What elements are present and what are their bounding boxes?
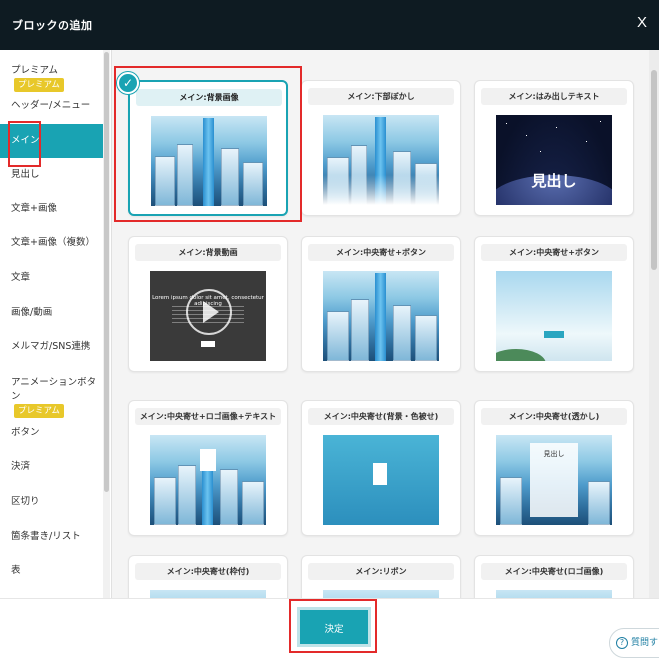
block-card-main-center-button[interactable]: メイン:中央寄せ+ボタン bbox=[301, 236, 461, 372]
sidebar-item-label: 区切り bbox=[11, 496, 40, 507]
sidebar-item-label: ボタン bbox=[11, 427, 40, 438]
sidebar-item-label: プレミアム bbox=[11, 65, 58, 76]
sidebar-item-divider[interactable]: 区切り bbox=[0, 495, 104, 509]
block-thumbnail bbox=[323, 271, 439, 361]
grid-scrollbar[interactable] bbox=[649, 50, 659, 598]
block-thumbnail bbox=[150, 590, 266, 598]
block-card-main-center-color-overlay[interactable]: メイン:中央寄せ(背景・色被せ) bbox=[301, 400, 461, 536]
premium-badge: プレミアム bbox=[14, 78, 64, 92]
block-grid: メイン:背景画像 メイン:下部ぼかし メイン:はみ出しテキスト 見出し メイン:… bbox=[112, 50, 659, 598]
block-card-main-center-button-sky[interactable]: メイン:中央寄せ+ボタン bbox=[474, 236, 634, 372]
block-card-main-overflow-text[interactable]: メイン:はみ出しテキスト 見出し bbox=[474, 80, 634, 216]
block-card-main-center-logo-image[interactable]: メイン:中央寄せ(ロゴ画像) bbox=[474, 555, 634, 598]
add-block-modal: ブロックの追加 X プレミアムプレミアム ヘッダー/メニュー メイン 見出し 文… bbox=[0, 0, 659, 659]
sidebar-item-text-image[interactable]: 文章+画像 bbox=[0, 202, 104, 216]
block-card-label: メイン:中央寄せ+ロゴ画像+テキスト bbox=[135, 408, 281, 425]
modal-footer: 決定 bbox=[0, 598, 659, 659]
block-thumbnail: 見出し bbox=[496, 435, 612, 525]
sidebar-item-label: アニメーションボタン bbox=[11, 377, 97, 402]
sidebar-item-list[interactable]: 箇条書き/リスト bbox=[0, 530, 104, 544]
block-card-label: メイン:中央寄せ(枠付) bbox=[135, 563, 281, 580]
category-sidebar: プレミアムプレミアム ヘッダー/メニュー メイン 見出し 文章+画像 文章+画像… bbox=[0, 50, 112, 598]
selected-check-icon: ✓ bbox=[117, 72, 139, 94]
sidebar-item-heading[interactable]: 見出し bbox=[0, 168, 104, 182]
block-card-label: メイン:中央寄せ+ボタン bbox=[481, 244, 627, 261]
block-card-label: メイン:リボン bbox=[308, 563, 454, 580]
sidebar-item-image-video[interactable]: 画像/動画 bbox=[0, 306, 104, 320]
sidebar-item-label: 文章 bbox=[11, 272, 31, 283]
block-card-main-center-logo-text[interactable]: メイン:中央寄せ+ロゴ画像+テキスト bbox=[128, 400, 288, 536]
help-label: 質問する bbox=[631, 638, 659, 648]
block-card-main-bg-video[interactable]: メイン:背景動画 Lorem ipsum dolor sit amet, con… bbox=[128, 236, 288, 372]
help-button[interactable]: ?質問する bbox=[609, 628, 659, 658]
sidebar-item-label: 見出し bbox=[11, 169, 40, 180]
sidebar-scrollbar-thumb[interactable] bbox=[104, 52, 109, 492]
block-card-label: メイン:中央寄せ+ボタン bbox=[308, 244, 454, 261]
block-thumbnail bbox=[496, 590, 612, 598]
block-card-main-center-framed[interactable]: メイン:中央寄せ(枠付) bbox=[128, 555, 288, 598]
block-card-label: メイン:背景画像 bbox=[136, 89, 282, 106]
grid-scrollbar-thumb[interactable] bbox=[651, 70, 657, 270]
sidebar-item-payment[interactable]: 決済 bbox=[0, 460, 104, 474]
sidebar-item-label: ヘッダー/メニュー bbox=[11, 100, 91, 111]
block-thumbnail: Lorem ipsum dolor sit amet, consectetur … bbox=[150, 271, 266, 361]
close-icon[interactable]: X bbox=[637, 14, 647, 31]
sidebar-item-label: 表 bbox=[11, 565, 21, 576]
block-card-label: メイン:中央寄せ(透かし) bbox=[481, 408, 627, 425]
sidebar-item-text-image-multi[interactable]: 文章+画像（複数） bbox=[0, 236, 104, 250]
thumbnail-heading-text: 見出し bbox=[531, 172, 577, 190]
block-thumbnail: 見出し bbox=[496, 115, 612, 205]
block-card-label: メイン:はみ出しテキスト bbox=[481, 88, 627, 105]
block-thumbnail bbox=[150, 435, 266, 525]
sidebar-item-label: 箇条書き/リスト bbox=[11, 531, 81, 542]
block-thumbnail bbox=[323, 435, 439, 525]
confirm-button[interactable]: 決定 bbox=[297, 607, 371, 647]
sidebar-item-animation-button[interactable]: アニメーションボタンプレミアム bbox=[0, 376, 104, 418]
block-thumbnail bbox=[323, 115, 439, 205]
sidebar-item-label: 画像/動画 bbox=[11, 307, 53, 318]
sidebar-item-label: メイン bbox=[11, 135, 40, 146]
block-thumbnail bbox=[323, 590, 439, 598]
play-icon bbox=[203, 301, 219, 323]
sidebar-item-label: メルマガ/SNS連携 bbox=[11, 341, 91, 352]
sidebar-item-label: 文章+画像（複数） bbox=[11, 237, 95, 248]
sidebar-item-newsletter-sns[interactable]: メルマガ/SNS連携 bbox=[0, 340, 104, 354]
sidebar-item-button[interactable]: ボタン bbox=[0, 426, 104, 440]
question-icon: ? bbox=[616, 637, 628, 649]
block-card-label: メイン:下部ぼかし bbox=[308, 88, 454, 105]
sidebar-item-table[interactable]: 表 bbox=[0, 564, 104, 578]
thumbnail-heading-text: 見出し bbox=[543, 450, 565, 458]
block-card-main-bottom-blur[interactable]: メイン:下部ぼかし bbox=[301, 80, 461, 216]
sidebar-item-main[interactable]: メイン bbox=[0, 124, 104, 158]
modal-titlebar: ブロックの追加 X bbox=[0, 0, 659, 50]
modal-title: ブロックの追加 bbox=[12, 19, 93, 32]
block-card-label: メイン:中央寄せ(背景・色被せ) bbox=[308, 408, 454, 425]
block-thumbnail bbox=[151, 116, 267, 206]
block-card-main-bg-image[interactable]: メイン:背景画像 bbox=[128, 80, 288, 216]
block-card-main-center-watermark[interactable]: メイン:中央寄せ(透かし) 見出し bbox=[474, 400, 634, 536]
sidebar-scrollbar[interactable] bbox=[103, 50, 110, 598]
block-card-label: メイン:背景動画 bbox=[135, 244, 281, 261]
sidebar-item-label: 決済 bbox=[11, 461, 31, 472]
sidebar-item-header-menu[interactable]: ヘッダー/メニュー bbox=[0, 99, 104, 113]
sidebar-item-premium[interactable]: プレミアムプレミアム bbox=[0, 64, 104, 92]
block-card-main-ribbon[interactable]: メイン:リボン bbox=[301, 555, 461, 598]
premium-badge: プレミアム bbox=[14, 404, 64, 418]
block-thumbnail bbox=[496, 271, 612, 361]
sidebar-item-label: 文章+画像 bbox=[11, 203, 57, 214]
block-card-label: メイン:中央寄せ(ロゴ画像) bbox=[481, 563, 627, 580]
sidebar-item-text[interactable]: 文章 bbox=[0, 271, 104, 285]
